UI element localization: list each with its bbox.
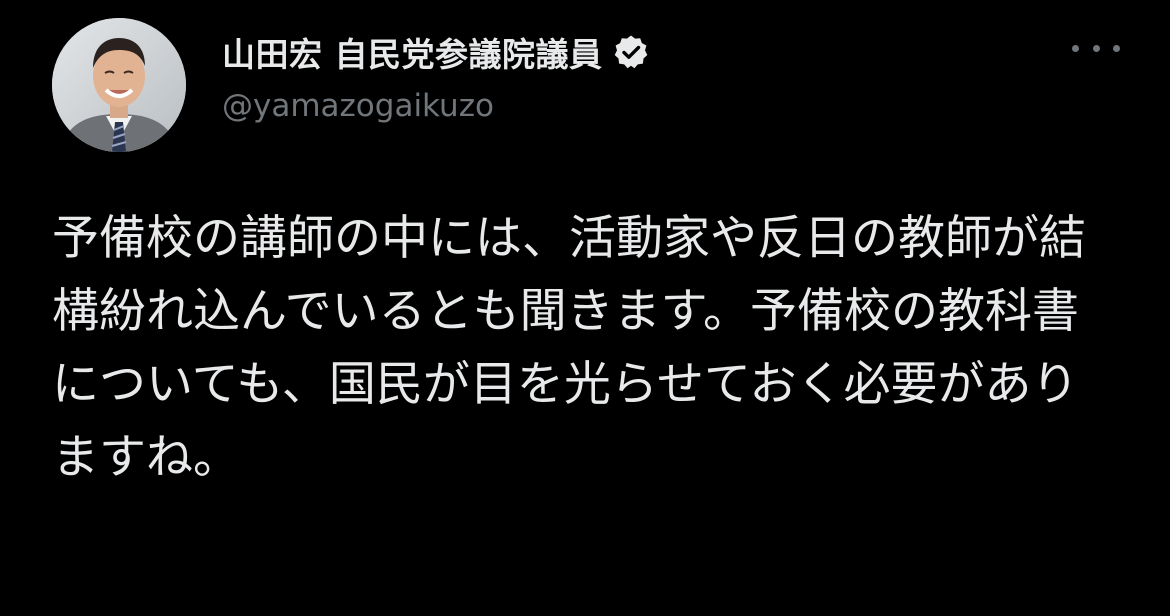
more-options-icon[interactable] [1072, 36, 1120, 60]
more-dot [1092, 44, 1100, 52]
avatar[interactable] [52, 18, 186, 152]
author-name-row[interactable]: 山田宏 自民党参議院議員 [222, 30, 649, 74]
author-display-name[interactable]: 山田宏 自民党参議院議員 [222, 28, 603, 76]
more-dot [1072, 44, 1079, 52]
more-dot [1113, 44, 1120, 52]
author-handle[interactable]: @yamazogaikuzo [222, 88, 494, 124]
avatar-photo [52, 18, 186, 152]
verified-badge-icon [613, 34, 649, 70]
tweet-text: 予備校の講師の中には、活動家や反日の教師が結構紛れ込んでいるとも聞きます。予備校… [52, 211, 1086, 485]
tweet-card: 山田宏 自民党参議院議員 @yamazogaikuzo 予備校の講師の中には、活… [0, 0, 1170, 616]
